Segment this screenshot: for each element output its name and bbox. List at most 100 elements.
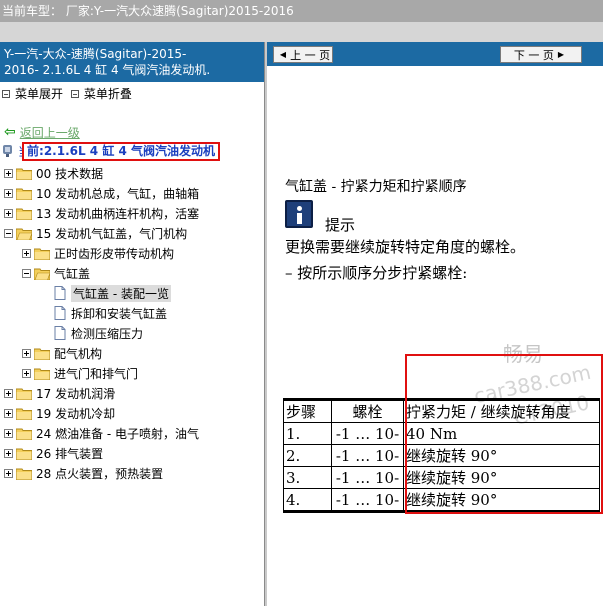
go-up-label: 返回上一级 bbox=[19, 125, 80, 140]
section-title: 气缸盖 - 拧紧力矩和拧紧顺序 bbox=[285, 179, 467, 195]
hint-label: 提示 bbox=[325, 216, 356, 234]
expand-plus-icon[interactable] bbox=[4, 208, 13, 218]
table-cell: 2. bbox=[283, 444, 332, 467]
table-row: 4. -1 … 10- 继续旋转 90° bbox=[283, 488, 600, 512]
folder-icon bbox=[16, 408, 32, 420]
tree-item-label: 15 发动机气缸盖，气门机构 bbox=[36, 226, 188, 241]
tree-item-label: 正时齿形皮带传动机构 bbox=[54, 246, 175, 261]
table-cell: 继续旋转 90° bbox=[403, 444, 600, 467]
previous-page-label: 上 一 页 bbox=[290, 48, 331, 62]
table-header-row: 步骤 螺栓 拧紧力矩 / 继续旋转角度 bbox=[283, 399, 600, 423]
table-cell: 1. bbox=[283, 422, 332, 445]
folder-icon bbox=[34, 248, 50, 260]
tree-item-label: 进气门和排气门 bbox=[54, 366, 139, 381]
expand-plus-icon[interactable] bbox=[4, 168, 13, 178]
tree-item-19[interactable]: 19 发动机冷却 bbox=[0, 403, 264, 423]
collapse-box-icon bbox=[2, 90, 10, 98]
expand-plus-icon[interactable] bbox=[4, 188, 13, 198]
collapse-minus-icon[interactable] bbox=[22, 268, 31, 278]
folder-open-icon bbox=[34, 268, 50, 280]
note-text: 更换需要继续旋转特定角度的螺栓。 bbox=[285, 238, 526, 256]
expand-plus-icon[interactable] bbox=[22, 248, 31, 258]
tree-item-valve-train[interactable]: 配气机构 bbox=[0, 343, 264, 363]
tree-item-compression-test[interactable]: 检测压缩压力 bbox=[0, 323, 264, 343]
tree-item-label: 气缸盖 bbox=[54, 266, 91, 281]
content-pane: ◀ 上 一 页 下 一 页 ▶ 气缸盖 - 拧紧力矩和拧紧顺序 提示 更换需要继… bbox=[267, 42, 603, 606]
arrow-left-icon: ◀ bbox=[279, 50, 287, 59]
folder-icon bbox=[16, 208, 32, 220]
info-icon bbox=[285, 200, 313, 228]
column-header: 螺栓 bbox=[331, 399, 404, 423]
expand-plus-icon[interactable] bbox=[4, 468, 13, 478]
tree-item-label: 26 排气装置 bbox=[36, 446, 104, 461]
tree-item-28[interactable]: 28 点火装置，预热装置 bbox=[0, 463, 264, 483]
tree-item-00[interactable]: 00 技术数据 bbox=[0, 163, 264, 183]
tree-item-label: 00 技术数据 bbox=[36, 166, 104, 181]
expand-plus-icon[interactable] bbox=[4, 388, 13, 398]
tree-item-26[interactable]: 26 排气装置 bbox=[0, 443, 264, 463]
navigation-pane: Y-一汽-大众-速腾(Sagitar)-2015- 2016- 2.1.6L 4… bbox=[0, 42, 264, 606]
expand-plus-icon[interactable] bbox=[4, 408, 13, 418]
torque-table: 步骤 螺栓 拧紧力矩 / 继续旋转角度 1. -1 … 10- 40 Nm 2.… bbox=[283, 398, 600, 513]
table-cell: -1 … 10- bbox=[331, 466, 404, 489]
menu-collapse-label: 菜单折叠 bbox=[83, 87, 132, 101]
tree-item-valves[interactable]: 进气门和排气门 bbox=[0, 363, 264, 383]
menu-toolbar: 菜单展开 菜单折叠 bbox=[2, 86, 136, 102]
folder-icon bbox=[16, 468, 32, 480]
tree-item-13[interactable]: 13 发动机曲柄连杆机构，活塞 bbox=[0, 203, 264, 223]
page-nav-bar: ◀ 上 一 页 下 一 页 ▶ bbox=[267, 42, 603, 66]
document-icon bbox=[54, 286, 66, 300]
menu-expand-label: 菜单展开 bbox=[15, 87, 64, 101]
document-icon bbox=[54, 326, 66, 340]
menu-expand-button[interactable]: 菜单展开 bbox=[2, 86, 63, 102]
tree-item-label: 19 发动机冷却 bbox=[36, 406, 116, 421]
arrow-right-icon: ▶ bbox=[557, 50, 565, 59]
expand-plus-icon[interactable] bbox=[22, 368, 31, 378]
table-cell: 继续旋转 90° bbox=[403, 488, 600, 512]
vehicle-header-line1: Y-一汽-大众-速腾(Sagitar)-2015- bbox=[4, 47, 187, 61]
tree-item-remove-install[interactable]: 拆卸和安装气缸盖 bbox=[0, 303, 264, 323]
tree-item-label: 气缸盖 - 装配一览 bbox=[71, 284, 171, 302]
expand-plus-icon[interactable] bbox=[4, 428, 13, 438]
tree-item-24[interactable]: 24 燃油准备 - 电子喷射，油气 bbox=[0, 423, 264, 443]
previous-page-button[interactable]: ◀ 上 一 页 bbox=[273, 46, 333, 63]
location-pin-icon bbox=[3, 145, 12, 157]
table-row: 2. -1 … 10- 继续旋转 90° bbox=[283, 444, 600, 467]
go-up-link[interactable]: ⇦ 返回上一级 bbox=[4, 124, 80, 140]
table-cell: 继续旋转 90° bbox=[403, 466, 600, 489]
tree-item-assembly-overview[interactable]: 气缸盖 - 装配一览 bbox=[0, 283, 264, 303]
folder-open-icon bbox=[16, 228, 32, 240]
current-location-label: 前:2.1.6L 4 缸 4 气阀汽油发动机 bbox=[22, 141, 221, 161]
folder-icon bbox=[16, 188, 32, 200]
folder-icon bbox=[16, 168, 32, 180]
table-cell: -1 … 10- bbox=[331, 488, 404, 512]
table-row: 3. -1 … 10- 继续旋转 90° bbox=[283, 466, 600, 489]
tree-item-10[interactable]: 10 发动机总成，气缸，曲轴箱 bbox=[0, 183, 264, 203]
vehicle-header: Y-一汽-大众-速腾(Sagitar)-2015- 2016- 2.1.6L 4… bbox=[0, 42, 264, 82]
tree-item-timing-belt[interactable]: 正时齿形皮带传动机构 bbox=[0, 243, 264, 263]
menu-collapse-button[interactable]: 菜单折叠 bbox=[70, 86, 132, 102]
expand-plus-icon[interactable] bbox=[22, 348, 31, 358]
expand-plus-icon[interactable] bbox=[4, 448, 13, 458]
next-page-button[interactable]: 下 一 页 ▶ bbox=[500, 46, 582, 63]
table-cell: 4. bbox=[283, 488, 332, 512]
column-header: 步骤 bbox=[283, 399, 332, 423]
document-content: 气缸盖 - 拧紧力矩和拧紧顺序 提示 更换需要继续旋转特定角度的螺栓。 – 按所… bbox=[267, 66, 603, 606]
tree-item-label: 配气机构 bbox=[54, 346, 103, 361]
tree-item-cylinder-head[interactable]: 气缸盖 bbox=[0, 263, 264, 283]
collapse-minus-icon[interactable] bbox=[4, 228, 13, 238]
tree-item-15[interactable]: 15 发动机气缸盖，气门机构 bbox=[0, 223, 264, 243]
current-location: 当 前:2.1.6L 4 缸 4 气阀汽油发动机 bbox=[2, 141, 221, 161]
collapse-box-icon bbox=[70, 90, 79, 98]
folder-icon bbox=[16, 448, 32, 460]
document-icon bbox=[54, 306, 66, 320]
column-header: 拧紧力矩 / 继续旋转角度 bbox=[403, 399, 600, 423]
table-cell: -1 … 10- bbox=[331, 444, 404, 467]
tree-item-label: 17 发动机润滑 bbox=[36, 386, 116, 401]
table-cell: 3. bbox=[283, 466, 332, 489]
folder-icon bbox=[34, 348, 50, 360]
chapter-tree: 00 技术数据 10 发动机总成，气缸，曲轴箱 13 发动机曲柄连杆机构，活塞 … bbox=[0, 163, 264, 483]
watermark-text: 畅易 bbox=[503, 342, 543, 366]
tree-item-label: 13 发动机曲柄连杆机构，活塞 bbox=[36, 206, 200, 221]
tree-item-17[interactable]: 17 发动机润滑 bbox=[0, 383, 264, 403]
